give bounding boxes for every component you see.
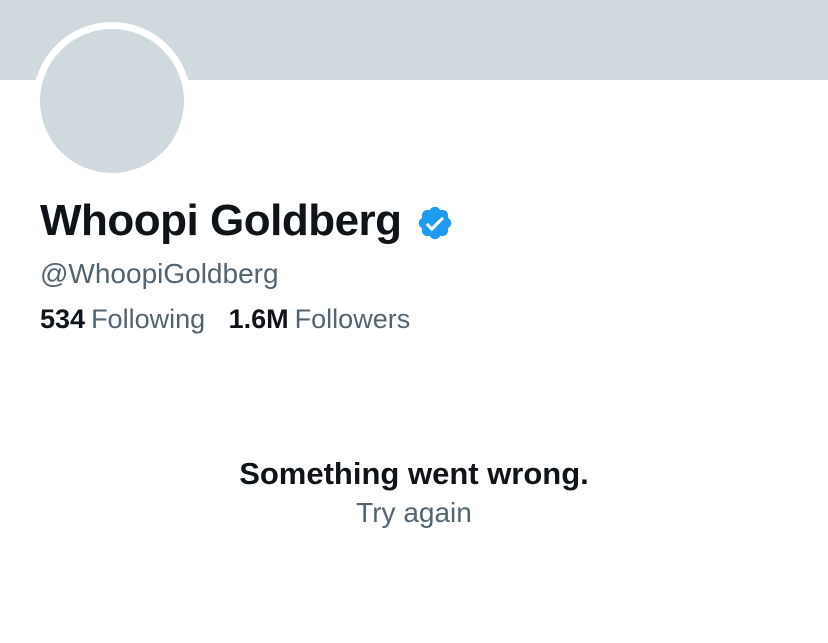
avatar-ring bbox=[33, 22, 191, 180]
error-block: Something went wrong. Try again bbox=[0, 454, 828, 532]
verified-badge-icon[interactable] bbox=[416, 204, 454, 242]
followers-link[interactable]: 1.6M Followers bbox=[229, 304, 411, 335]
display-name: Whoopi Goldberg bbox=[40, 196, 402, 245]
try-again-link[interactable]: Try again bbox=[356, 494, 472, 532]
avatar[interactable] bbox=[40, 29, 184, 173]
profile-page: Whoopi Goldberg @WhoopiGoldberg 534 Follo… bbox=[0, 0, 828, 643]
profile-handle: @WhoopiGoldberg bbox=[40, 258, 279, 289]
profile-name-row: Whoopi Goldberg bbox=[40, 196, 454, 246]
profile-stats: 534 Following 1.6M Followers bbox=[40, 304, 426, 335]
followers-count: 1.6M bbox=[228, 304, 289, 334]
followers-label: Followers bbox=[294, 304, 411, 334]
following-label: Following bbox=[91, 304, 206, 334]
error-message: Something went wrong. bbox=[239, 456, 589, 491]
following-count: 534 bbox=[40, 304, 86, 334]
following-link[interactable]: 534 Following bbox=[40, 304, 205, 335]
